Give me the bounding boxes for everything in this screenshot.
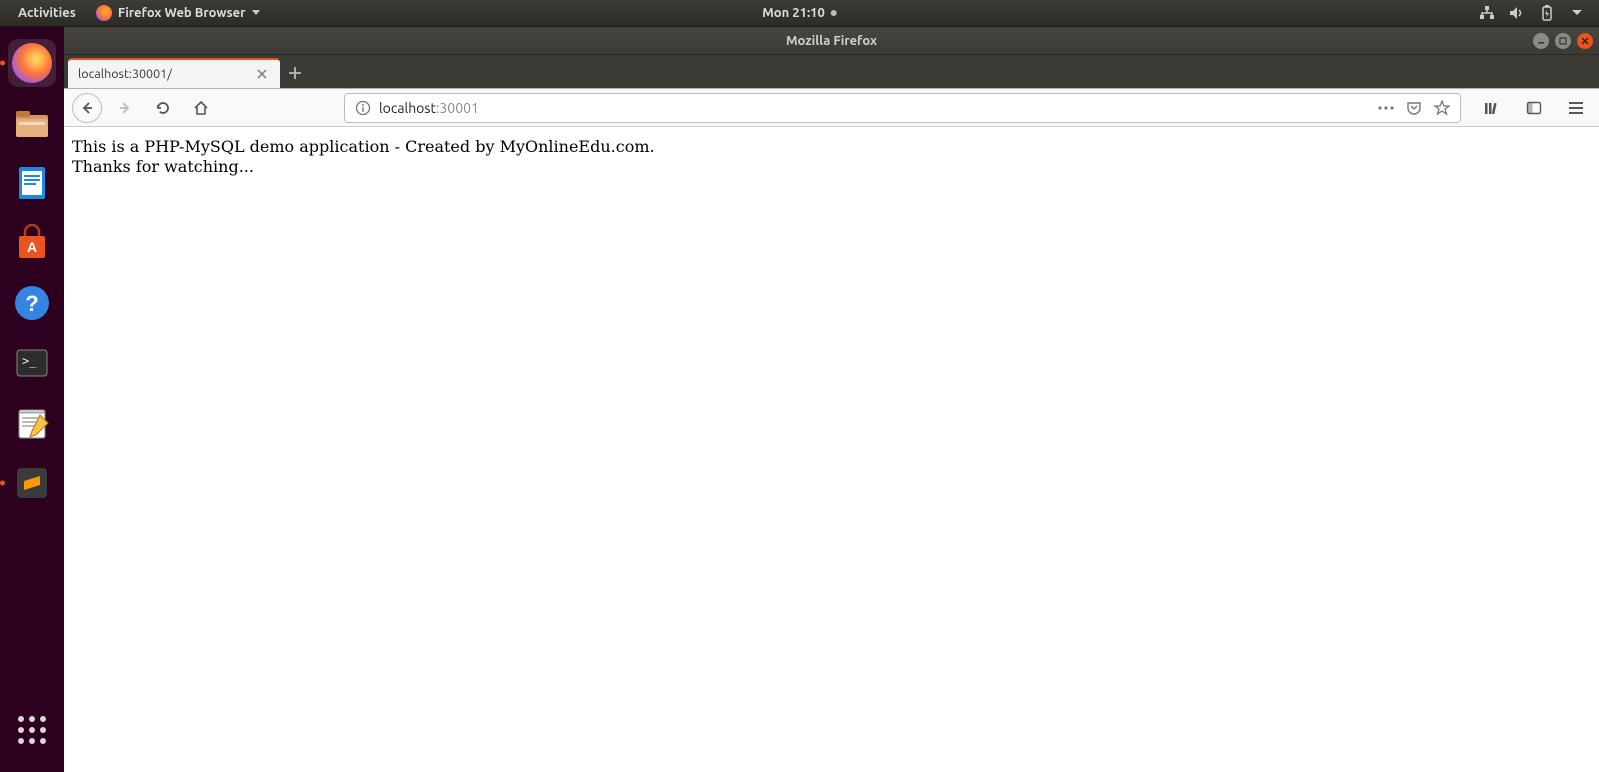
- arrow-left-icon: [79, 100, 95, 116]
- launcher-help[interactable]: ?: [8, 279, 56, 327]
- volume-icon[interactable]: [1509, 5, 1525, 21]
- ubuntu-launcher: A ? >_: [0, 27, 64, 772]
- home-icon: [193, 100, 209, 116]
- close-button[interactable]: [1577, 33, 1593, 49]
- svg-text:?: ?: [25, 291, 38, 316]
- window-titlebar[interactable]: Mozilla Firefox: [64, 27, 1599, 55]
- library-button[interactable]: [1477, 93, 1507, 123]
- battery-icon[interactable]: [1539, 5, 1555, 21]
- tab-title: localhost:30001/: [78, 67, 172, 81]
- back-button[interactable]: [72, 93, 102, 123]
- clock[interactable]: Mon 21:10: [762, 6, 837, 20]
- notepad-icon: [12, 403, 52, 443]
- activities-button[interactable]: Activities: [8, 6, 86, 20]
- minimize-icon: [1537, 37, 1545, 45]
- firefox-icon: [96, 5, 112, 21]
- sidebar-button[interactable]: [1519, 93, 1549, 123]
- close-tab-button[interactable]: [254, 66, 270, 82]
- app-grid-button[interactable]: [8, 706, 56, 754]
- launcher-text-editor[interactable]: [8, 399, 56, 447]
- launcher-firefox[interactable]: [8, 39, 56, 87]
- menu-button[interactable]: [1561, 93, 1591, 123]
- window-controls: [1533, 33, 1593, 49]
- shopping-bag-icon: A: [12, 223, 52, 263]
- sublime-icon: [12, 463, 52, 503]
- tab-strip: localhost:30001/: [64, 55, 1599, 89]
- pocket-icon: [1406, 100, 1422, 116]
- library-icon: [1484, 100, 1500, 116]
- ellipsis-icon: [1378, 106, 1394, 110]
- page-line-2: Thanks for watching...: [72, 157, 1591, 177]
- page-actions-button[interactable]: [1378, 106, 1394, 110]
- firefox-icon: [12, 43, 52, 83]
- reload-button[interactable]: [148, 93, 178, 123]
- close-icon: [1581, 37, 1589, 45]
- pocket-button[interactable]: [1406, 100, 1422, 116]
- maximize-button[interactable]: [1555, 33, 1571, 49]
- svg-text:A: A: [27, 239, 37, 255]
- app-menu-label: Firefox Web Browser: [118, 6, 246, 20]
- chevron-down-icon[interactable]: [1569, 5, 1585, 21]
- launcher-software[interactable]: A: [8, 219, 56, 267]
- close-icon: [257, 69, 267, 79]
- firefox-window: Mozilla Firefox localhost:30001/: [64, 27, 1599, 772]
- url-bar[interactable]: localhost:30001: [344, 93, 1461, 123]
- svg-text:>_: >_: [22, 354, 37, 368]
- chevron-down-icon: [252, 10, 260, 16]
- home-button[interactable]: [186, 93, 216, 123]
- nav-toolbar: localhost:30001: [64, 89, 1599, 127]
- sidebar-icon: [1526, 100, 1542, 116]
- page-line-1: This is a PHP-MySQL demo application - C…: [72, 137, 1591, 157]
- new-tab-button[interactable]: [280, 58, 310, 88]
- window-title: Mozilla Firefox: [786, 34, 877, 48]
- star-icon: [1434, 100, 1450, 116]
- bookmark-button[interactable]: [1434, 100, 1450, 116]
- launcher-files[interactable]: [8, 99, 56, 147]
- gnome-top-panel: Activities Firefox Web Browser Mon 21:10: [0, 0, 1599, 27]
- app-menu[interactable]: Firefox Web Browser: [86, 5, 270, 21]
- launcher-sublime[interactable]: [8, 459, 56, 507]
- arrow-right-icon: [117, 100, 133, 116]
- help-icon: ?: [12, 283, 52, 323]
- network-icon[interactable]: [1479, 5, 1495, 21]
- document-icon: [12, 163, 52, 203]
- plus-icon: [288, 66, 302, 80]
- url-port: :30001: [436, 100, 479, 116]
- hamburger-icon: [1568, 101, 1584, 115]
- launcher-writer[interactable]: [8, 159, 56, 207]
- url-text: localhost:30001: [379, 100, 479, 116]
- system-tray: [1479, 5, 1591, 21]
- reload-icon: [155, 100, 171, 116]
- launcher-terminal[interactable]: >_: [8, 339, 56, 387]
- clock-text: Mon 21:10: [762, 6, 825, 20]
- terminal-icon: >_: [12, 343, 52, 383]
- url-host: localhost: [379, 100, 436, 116]
- files-icon: [12, 103, 52, 143]
- forward-button: [110, 93, 140, 123]
- minimize-button[interactable]: [1533, 33, 1549, 49]
- browser-tab[interactable]: localhost:30001/: [68, 58, 280, 88]
- maximize-icon: [1559, 37, 1567, 45]
- page-content: This is a PHP-MySQL demo application - C…: [64, 127, 1599, 772]
- info-icon[interactable]: [355, 100, 371, 116]
- notification-dot-icon: [831, 10, 837, 16]
- grid-icon: [18, 716, 46, 744]
